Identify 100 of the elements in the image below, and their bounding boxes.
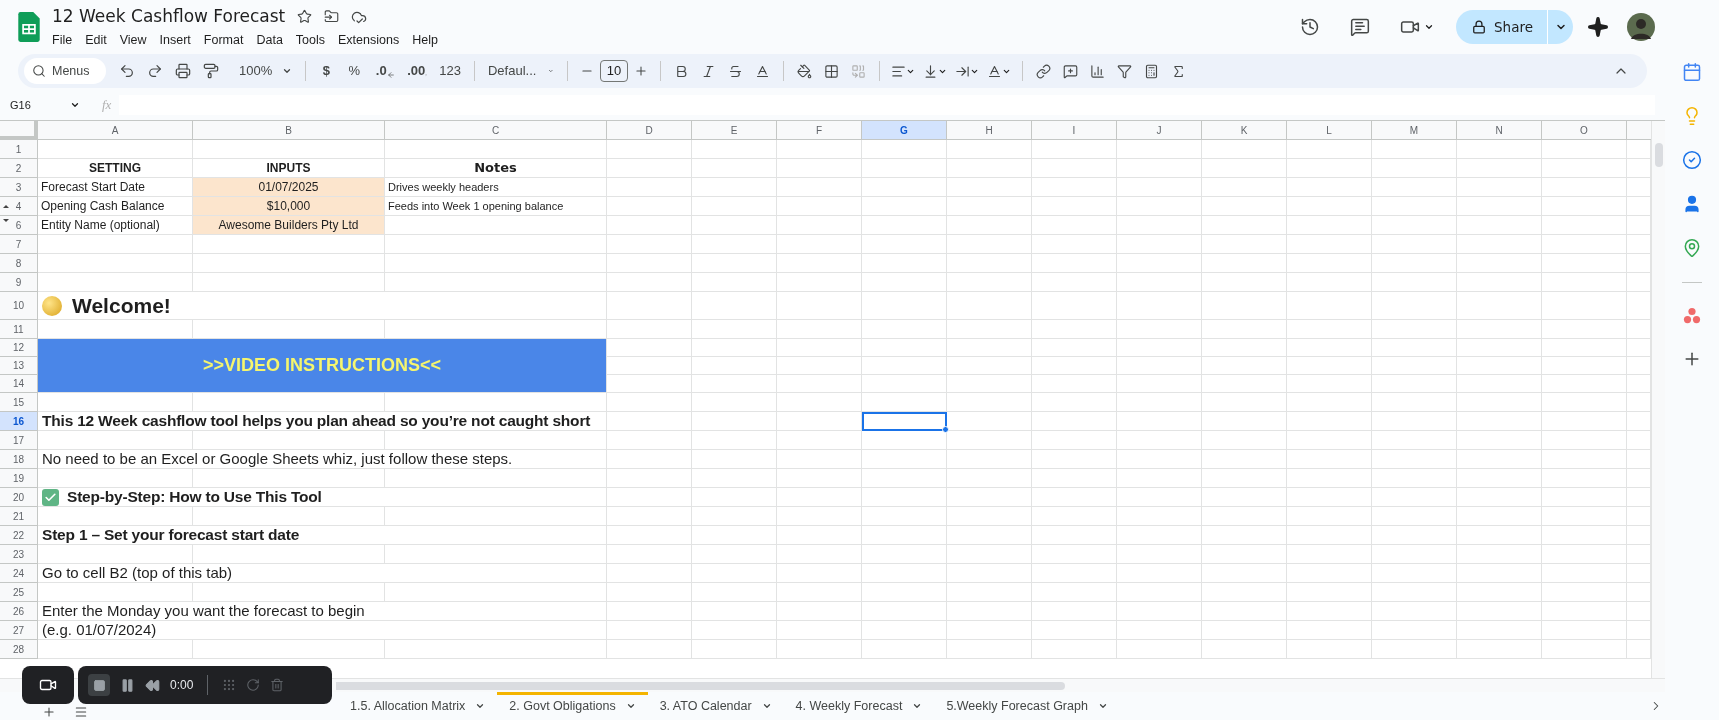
column-header[interactable]: L — [1287, 121, 1372, 140]
all-sheets-icon[interactable] — [74, 705, 88, 719]
row-number[interactable]: 13 — [0, 357, 38, 375]
grid-cell[interactable] — [1117, 216, 1202, 235]
grid-cell[interactable] — [1202, 159, 1287, 178]
grid-cell[interactable] — [692, 339, 777, 357]
grid-cell[interactable] — [947, 526, 1032, 545]
grid-cell[interactable] — [777, 375, 862, 393]
grid-cell[interactable] — [777, 178, 862, 197]
grid-cell[interactable] — [692, 216, 777, 235]
vertical-scrollbar[interactable] — [1654, 143, 1663, 167]
grid-cell[interactable] — [947, 545, 1032, 564]
grid-cell[interactable] — [1202, 320, 1287, 339]
grid-cell[interactable] — [947, 320, 1032, 339]
grid-cell[interactable] — [193, 393, 385, 412]
grid-cell[interactable] — [1457, 197, 1542, 216]
grid-cell[interactable] — [1372, 488, 1457, 507]
grid-cell[interactable] — [607, 602, 692, 621]
search-icon[interactable] — [32, 64, 46, 78]
grid-cell[interactable] — [1117, 450, 1202, 469]
retry-icon[interactable] — [246, 678, 261, 692]
grid-cell[interactable] — [947, 273, 1032, 292]
sheet-tab[interactable]: 3. ATO Calendar — [647, 692, 784, 720]
grid-cell[interactable] — [1542, 235, 1627, 254]
grid-cell[interactable] — [947, 431, 1032, 450]
grid-cell[interactable] — [1202, 507, 1287, 526]
grid-cell[interactable] — [947, 357, 1032, 375]
grid-cell[interactable] — [1032, 564, 1117, 583]
grid-cell[interactable] — [1542, 488, 1627, 507]
row-number[interactable]: 6 — [0, 216, 38, 235]
print-icon[interactable] — [175, 63, 191, 79]
collapse-rows-icon[interactable] — [3, 205, 9, 208]
grid-cell[interactable] — [1542, 412, 1627, 431]
grid-cell[interactable] — [1287, 393, 1372, 412]
grid-cell[interactable] — [1032, 292, 1117, 320]
grid-cell[interactable] — [1032, 140, 1117, 159]
grid-cell[interactable] — [947, 292, 1032, 320]
grid-cell[interactable] — [1372, 254, 1457, 273]
grid-cell[interactable] — [777, 507, 862, 526]
grid-cell[interactable] — [38, 235, 193, 254]
grid-cell[interactable] — [862, 159, 947, 178]
row-number[interactable]: 24 — [0, 564, 38, 583]
grid-cell[interactable] — [1372, 526, 1457, 545]
grid-cell[interactable] — [777, 526, 862, 545]
fill-color-icon[interactable] — [796, 63, 812, 79]
menu-item[interactable]: Insert — [159, 31, 191, 51]
grid-cell[interactable] — [38, 545, 193, 564]
pause-icon[interactable] — [120, 677, 135, 693]
grid-cell[interactable] — [607, 564, 692, 583]
grid-cell[interactable] — [38, 254, 193, 273]
grid-cell[interactable] — [1202, 140, 1287, 159]
column-header[interactable]: N — [1457, 121, 1542, 140]
grid-cell[interactable] — [1372, 621, 1457, 640]
grid-cell[interactable] — [607, 357, 692, 375]
grid-cell[interactable] — [1117, 412, 1202, 431]
fill-handle[interactable] — [942, 426, 949, 433]
grid-cell[interactable] — [777, 469, 862, 488]
grid-cell[interactable] — [862, 357, 947, 375]
grid-cell[interactable] — [1287, 375, 1372, 393]
grid-cell[interactable] — [777, 273, 862, 292]
grid-cell[interactable] — [1117, 375, 1202, 393]
grid-cell[interactable] — [1032, 393, 1117, 412]
grid-cell[interactable] — [193, 140, 385, 159]
grid-cell[interactable] — [862, 640, 947, 659]
document-title[interactable]: 12 Week Cashflow Forecast — [52, 3, 286, 30]
grid-cell[interactable] — [193, 235, 385, 254]
grid-cell[interactable] — [1117, 545, 1202, 564]
grid-cell[interactable] — [947, 583, 1032, 602]
grid-cell[interactable] — [1032, 178, 1117, 197]
grid-cell[interactable] — [1202, 469, 1287, 488]
select-all-corner[interactable] — [0, 121, 38, 140]
grid-cell[interactable] — [607, 140, 692, 159]
grid-cell[interactable] — [1287, 564, 1372, 583]
grid-cell[interactable] — [385, 235, 607, 254]
sheet-tab[interactable]: 1.5. Allocation Matrix — [338, 692, 498, 720]
grid-cell[interactable] — [1542, 292, 1627, 320]
input-cell[interactable]: 01/07/2025 — [193, 178, 385, 197]
grid-cell[interactable] — [947, 339, 1032, 357]
grid-cell[interactable] — [607, 178, 692, 197]
grid-cell[interactable] — [607, 393, 692, 412]
grid-cell[interactable] — [193, 640, 385, 659]
arrow-left-icon[interactable] — [386, 71, 395, 79]
grid-cell[interactable] — [862, 469, 947, 488]
link-icon[interactable] — [1035, 63, 1051, 79]
grid-cell[interactable] — [862, 140, 947, 159]
grid-cell[interactable] — [385, 140, 607, 159]
grid-cell[interactable] — [1372, 564, 1457, 583]
grid-cell[interactable] — [385, 216, 607, 235]
grid-cell[interactable] — [692, 526, 777, 545]
grid-cell[interactable] — [1542, 583, 1627, 602]
grid-cell[interactable] — [862, 583, 947, 602]
grid-cell[interactable] — [1032, 526, 1117, 545]
grid-cell[interactable] — [1287, 507, 1372, 526]
grid-cell[interactable] — [1372, 178, 1457, 197]
number-format-button[interactable]: 123 — [434, 58, 466, 84]
column-header[interactable]: E — [692, 121, 777, 140]
grid-cell[interactable] — [692, 273, 777, 292]
grid-cell[interactable] — [1542, 507, 1627, 526]
expand-rows-icon[interactable] — [3, 219, 9, 222]
undo-icon[interactable] — [119, 63, 135, 79]
